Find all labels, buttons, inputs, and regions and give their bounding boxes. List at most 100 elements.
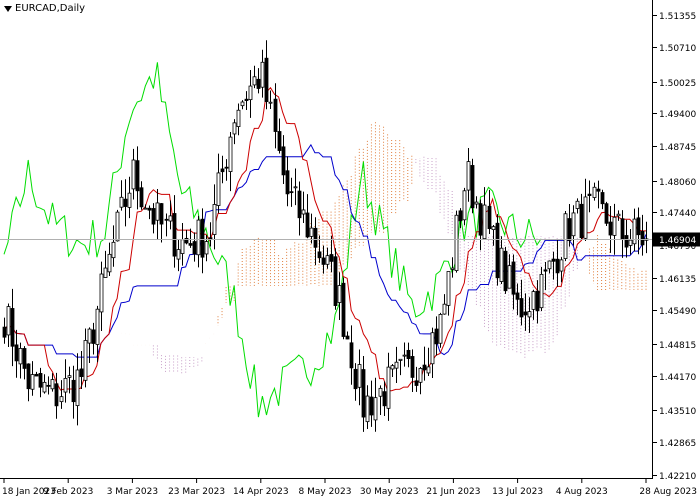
- candle-body: [6, 306, 11, 336]
- candle-body: [228, 136, 233, 172]
- candle-body: [474, 201, 479, 205]
- candle-body: [353, 368, 358, 390]
- candle-body: [600, 192, 605, 205]
- candle-body: [204, 241, 209, 255]
- candle-body: [365, 395, 370, 423]
- candle-body: [18, 348, 23, 365]
- candle-body: [30, 374, 35, 390]
- candle-body: [293, 186, 298, 189]
- ichimoku-chart[interactable]: 1.51355 1.50710 1.50025 1.49400 1.48745 1.480…: [0, 0, 700, 500]
- candle-body: [111, 241, 116, 259]
- candle-body: [313, 227, 318, 248]
- y-tick-label: 1.43510: [659, 407, 696, 417]
- candle-body: [119, 196, 124, 208]
- y-tick-label: 1.48745: [659, 143, 696, 153]
- candle-body: [571, 212, 576, 237]
- candle-body: [454, 214, 459, 271]
- symbol-title: EURCAD,Daily: [15, 3, 86, 14]
- candle-body: [63, 377, 68, 393]
- candle-body: [628, 239, 633, 246]
- candle-body: [2, 326, 7, 338]
- x-tick-label: 30 May 2023: [360, 487, 419, 497]
- dropdown-triangle-icon[interactable]: [4, 5, 12, 12]
- candle-body: [547, 260, 552, 270]
- candle-body: [535, 290, 540, 312]
- candle-body: [71, 379, 76, 403]
- candle-body: [131, 159, 136, 190]
- candle-body: [321, 257, 326, 265]
- candle-body: [252, 76, 257, 86]
- candle-body: [402, 354, 407, 357]
- candle-body: [232, 122, 237, 135]
- candle-body: [551, 258, 556, 262]
- candle-body: [273, 98, 278, 132]
- x-tick-label: 28 Aug 2023: [639, 487, 697, 497]
- candle-body: [507, 265, 512, 289]
- candle-body: [341, 282, 346, 337]
- candle-body: [38, 373, 43, 388]
- candle-body: [539, 273, 544, 309]
- candle-body: [42, 381, 47, 393]
- candle-body: [135, 160, 140, 192]
- candle-body: [511, 261, 516, 295]
- candle-body: [268, 101, 273, 104]
- candle-body: [67, 375, 72, 378]
- candle-body: [608, 221, 613, 236]
- candle-body: [289, 191, 294, 194]
- candle-body: [390, 365, 395, 370]
- candle-body: [382, 391, 387, 407]
- y-tick-label: 1.51355: [659, 12, 696, 22]
- symbol-header[interactable]: EURCAD,Daily: [4, 3, 85, 14]
- x-tick-label: 8 May 2023: [299, 487, 352, 497]
- candle-body: [151, 208, 156, 225]
- candle-body: [406, 349, 411, 359]
- candle-body: [575, 200, 580, 209]
- candle-body: [495, 222, 500, 279]
- candle-body: [143, 207, 148, 210]
- candle-body: [208, 237, 213, 240]
- candle-body: [373, 397, 378, 421]
- x-tick-label: 9 Feb 2023: [43, 487, 93, 497]
- candle-body: [14, 344, 19, 362]
- candle-body: [83, 340, 88, 381]
- candle-body: [317, 251, 322, 259]
- candle-body: [386, 366, 391, 409]
- y-tick-label: 1.46135: [659, 275, 696, 285]
- candle-body: [240, 101, 245, 107]
- candle-body: [394, 361, 399, 369]
- candle-body: [87, 328, 92, 344]
- y-tick-label: 1.50710: [659, 44, 696, 54]
- y-tick-label: 1.42210: [659, 472, 696, 482]
- x-tick-label: 23 Mar 2023: [168, 487, 225, 497]
- candle-body: [172, 213, 177, 257]
- candle-body: [236, 109, 241, 127]
- chart-window[interactable]: 1.51355 1.50710 1.50025 1.49400 1.48745 1.480…: [0, 0, 700, 500]
- candle-body: [624, 235, 629, 248]
- candle-body: [531, 291, 536, 310]
- y-tick-label: 1.44815: [659, 341, 696, 351]
- candle-body: [220, 168, 225, 173]
- candle-body: [466, 161, 471, 191]
- candle-body: [579, 203, 584, 239]
- x-tick-label: 3 Mar 2023: [107, 487, 158, 497]
- y-tick-label: 1.48060: [659, 178, 696, 188]
- candle-body: [446, 271, 451, 306]
- candle-body: [612, 216, 617, 236]
- candle-body: [123, 198, 128, 207]
- x-tick-label: 4 Aug 2023: [556, 487, 608, 497]
- y-tick-label: 1.47440: [659, 209, 696, 219]
- candle-body: [438, 314, 443, 344]
- candle-body: [418, 367, 423, 383]
- candle-body: [596, 188, 601, 192]
- candle-body: [216, 172, 221, 206]
- x-tick-label: 21 Jun 2023: [426, 487, 480, 497]
- candle-body: [168, 215, 173, 222]
- candle-body: [224, 166, 229, 169]
- candle-body: [458, 210, 463, 222]
- candle-body: [398, 358, 403, 361]
- candle-body: [523, 311, 528, 316]
- candle-body: [305, 212, 310, 238]
- candle-body: [499, 247, 504, 282]
- candle-body: [527, 311, 532, 318]
- candle-body: [297, 190, 302, 219]
